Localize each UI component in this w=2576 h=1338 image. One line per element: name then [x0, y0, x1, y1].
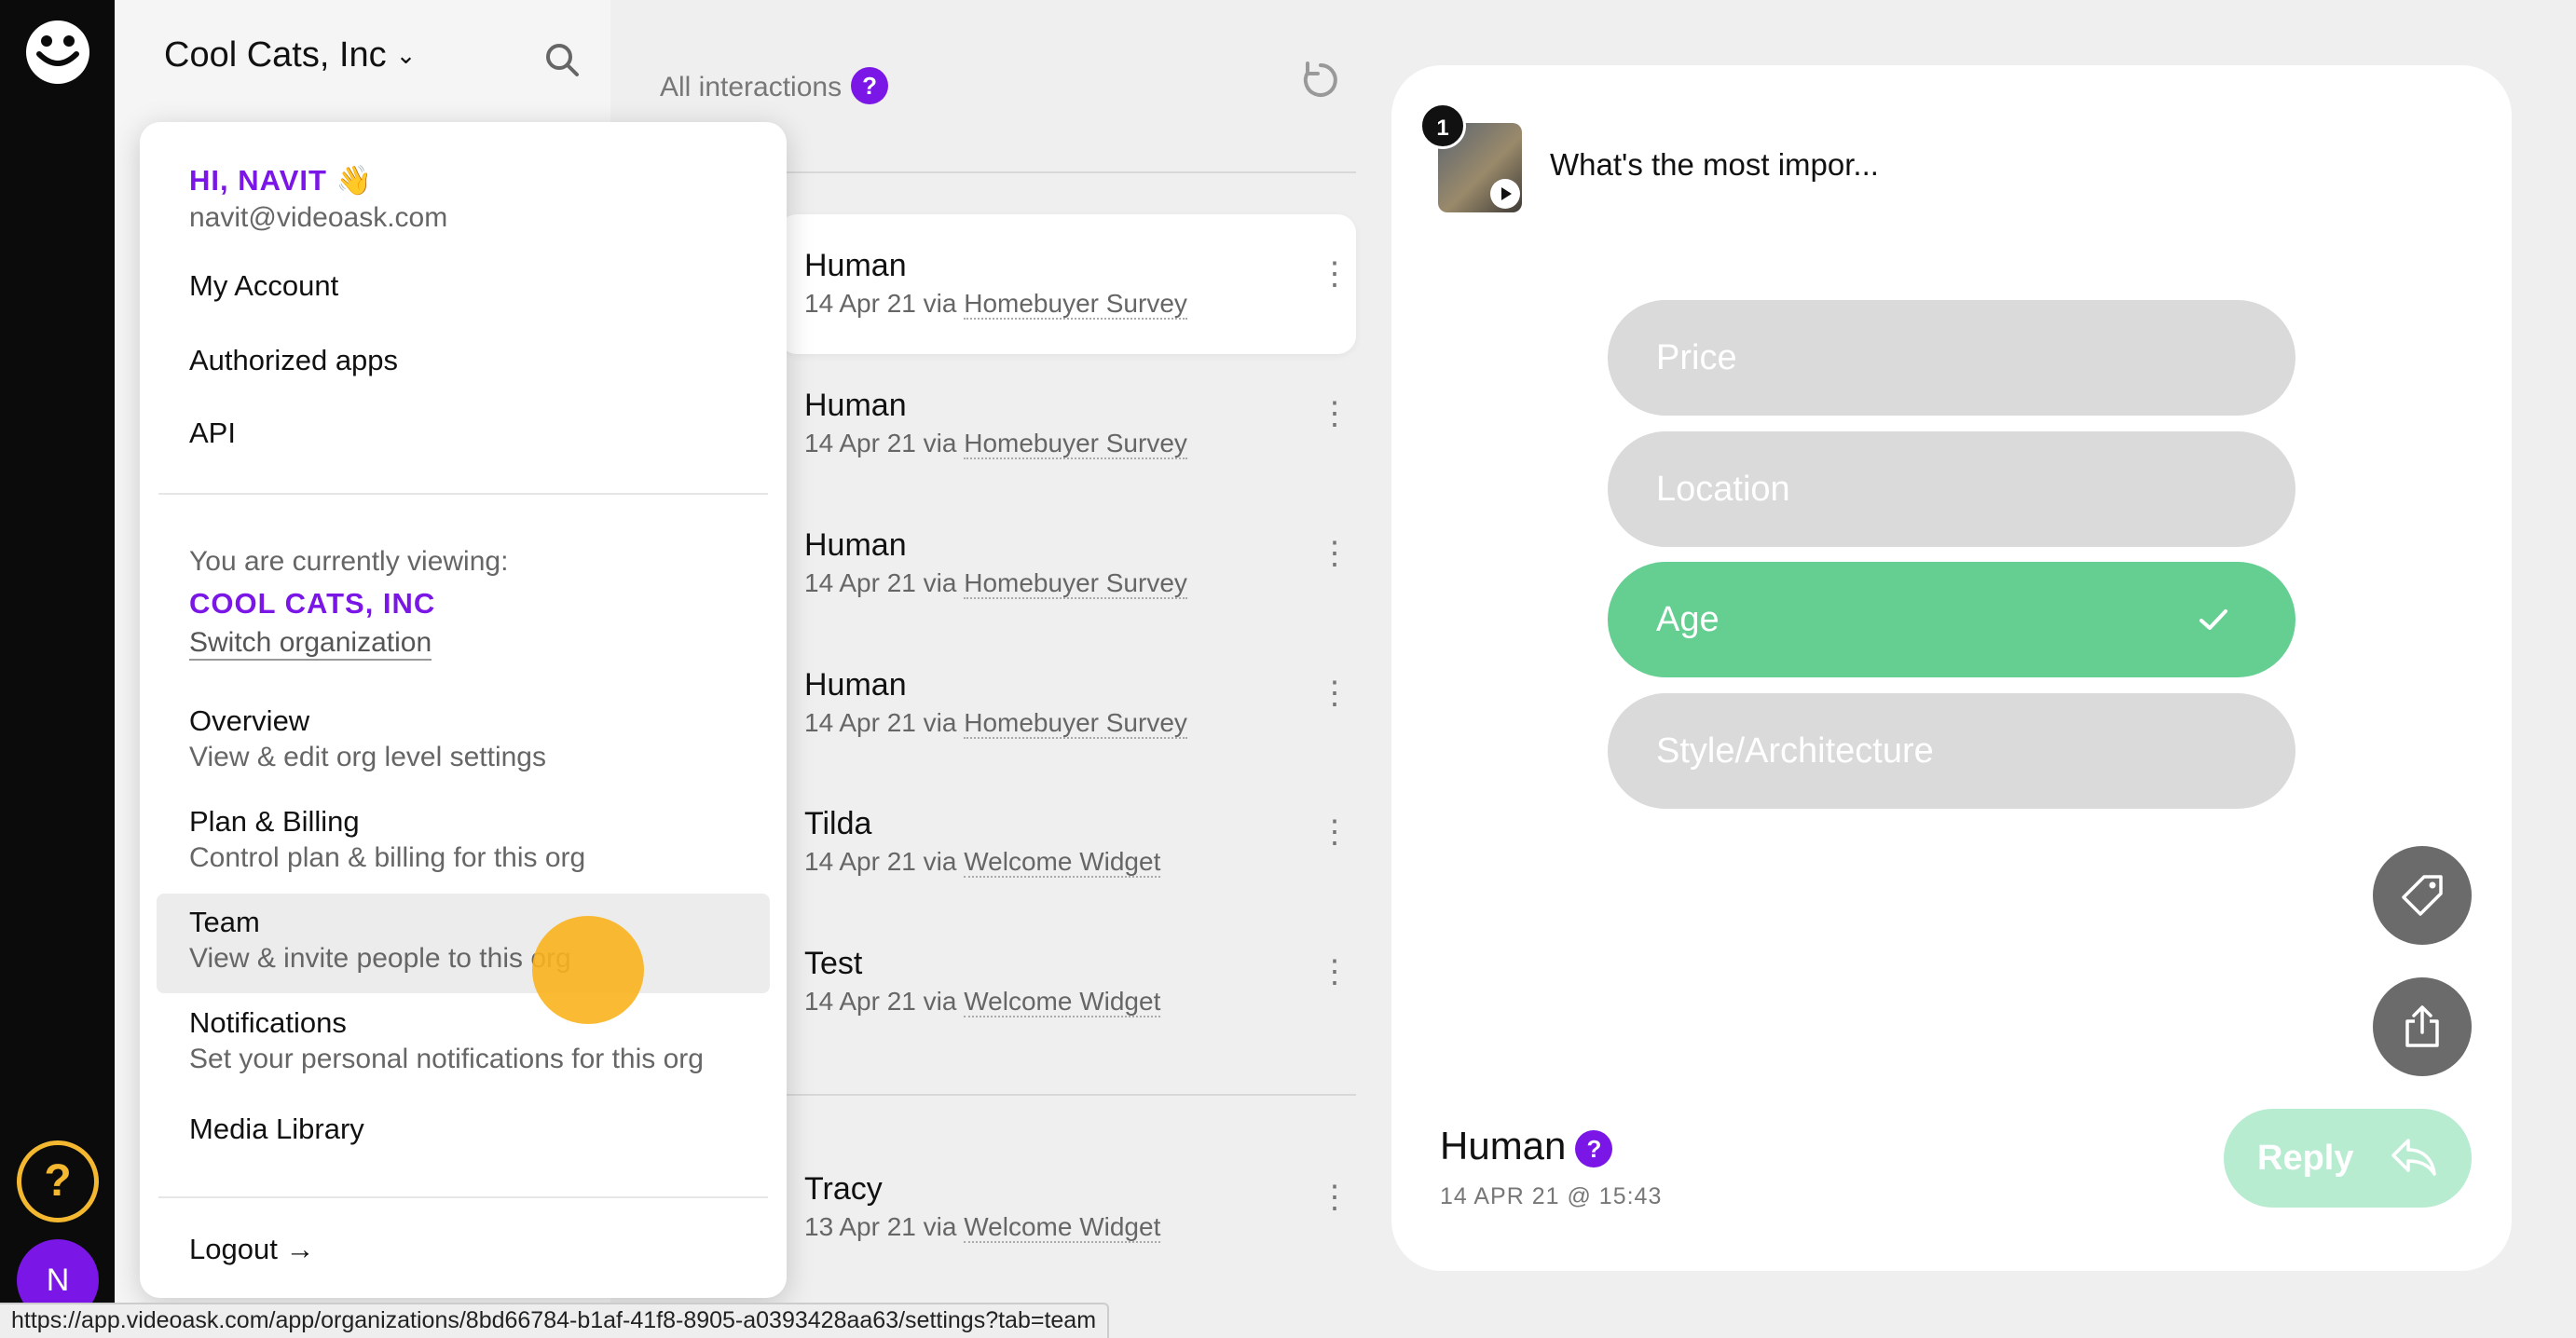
answer-option-selected[interactable]: Age [1608, 562, 2295, 677]
viewing-label: You are currently viewing: [189, 546, 509, 577]
card-name: Tracy [804, 1171, 883, 1207]
interaction-card[interactable]: Tilda 14 Apr 21 via Welcome Widget ⋮ [778, 772, 1356, 912]
card-name: Human [804, 667, 907, 703]
account-dropdown-menu: HI, NAVIT 👋 navit@videoask.com My Accoun… [140, 122, 787, 1298]
card-meta: 14 Apr 21 via Homebuyer Survey [804, 289, 1187, 320]
option-label: Price [1656, 338, 1737, 377]
menu-item-authorized-apps[interactable]: Authorized apps [189, 344, 398, 377]
refresh-icon[interactable] [1300, 60, 1341, 101]
card-name: Human [804, 527, 907, 563]
option-label: Age [1656, 600, 1720, 639]
current-org-name: COOL CATS, INC [189, 587, 436, 620]
menu-item-logout[interactable]: Logout → [189, 1233, 314, 1266]
user-email: navit@videoask.com [189, 202, 448, 233]
menu-item-team[interactable]: Team [189, 906, 260, 939]
more-options-icon[interactable]: ⋮ [1319, 258, 1350, 302]
card-name: Test [804, 946, 863, 981]
switch-organization-link[interactable]: Switch organization [189, 627, 432, 661]
option-label: Style/Architecture [1656, 731, 1934, 771]
option-label: Location [1656, 470, 1790, 509]
answer-option[interactable]: Location [1608, 431, 2295, 547]
menu-item-plan-billing-desc: Control plan & billing for this org [189, 842, 586, 873]
card-name: Human [804, 388, 907, 423]
checkmark-icon [2199, 609, 2227, 630]
menu-item-team-desc: View & invite people to this org [189, 943, 571, 974]
help-badge-icon[interactable]: ? [1575, 1130, 1613, 1167]
card-meta: 14 Apr 21 via Homebuyer Survey [804, 429, 1187, 459]
more-options-icon[interactable]: ⋮ [1319, 677, 1350, 721]
answer-option[interactable]: Price [1608, 300, 2295, 416]
app-rail: ? N [0, 0, 115, 1338]
interaction-card[interactable]: Human 14 Apr 21 via Homebuyer Survey ⋮ [778, 494, 1356, 634]
play-icon[interactable] [1490, 179, 1520, 209]
more-options-icon[interactable]: ⋮ [1319, 816, 1350, 860]
card-source-link[interactable]: Homebuyer Survey [964, 429, 1187, 459]
videoask-logo-icon[interactable] [24, 19, 91, 86]
reply-arrow-icon [2391, 1139, 2436, 1176]
greeting: HI, NAVIT 👋 [189, 164, 374, 197]
menu-separator [158, 1196, 768, 1198]
card-source-link[interactable]: Welcome Widget [964, 987, 1161, 1017]
interaction-card[interactable]: Human 14 Apr 21 via Homebuyer Survey ⋮ [778, 354, 1356, 494]
interaction-card[interactable]: Human 14 Apr 21 via Homebuyer Survey ⋮ [778, 634, 1356, 773]
more-options-icon[interactable]: ⋮ [1319, 1181, 1350, 1225]
card-meta: 14 Apr 21 via Homebuyer Survey [804, 568, 1187, 599]
card-meta: 14 Apr 21 via Welcome Widget [804, 987, 1161, 1017]
more-options-icon[interactable]: ⋮ [1319, 538, 1350, 581]
card-name: Human [804, 248, 907, 283]
cursor-highlight [532, 916, 644, 1024]
help-button[interactable]: ? [17, 1140, 99, 1222]
menu-item-overview[interactable]: Overview [189, 704, 309, 738]
card-source-link[interactable]: Homebuyer Survey [964, 708, 1187, 739]
org-switcher[interactable]: Cool Cats, Inc ⌄ [164, 35, 416, 75]
more-options-icon[interactable]: ⋮ [1319, 956, 1350, 1000]
list-divider [778, 1094, 1356, 1096]
list-title-label: All interactions [660, 72, 843, 102]
more-options-icon[interactable]: ⋮ [1319, 398, 1350, 442]
status-bar-url: https://app.videoask.com/app/organizatio… [0, 1303, 1110, 1338]
response-timestamp: 14 APR 21 @ 15:43 [1440, 1183, 1663, 1209]
search-icon[interactable] [543, 41, 581, 78]
tag-icon [2402, 875, 2443, 916]
respondent-name: Human? [1440, 1124, 1613, 1168]
interaction-card[interactable]: Human 14 Apr 21 via Homebuyer Survey ⋮ [778, 214, 1356, 354]
menu-item-notifications[interactable]: Notifications [189, 1006, 347, 1040]
chevron-down-icon: ⌄ [395, 41, 417, 69]
card-source-link[interactable]: Welcome Widget [964, 1212, 1161, 1243]
card-source-link[interactable]: Homebuyer Survey [964, 289, 1187, 320]
question-title: What's the most impor... [1550, 147, 1879, 182]
reply-button[interactable]: Reply [2224, 1109, 2472, 1208]
card-source-link[interactable]: Welcome Widget [964, 847, 1161, 878]
interaction-card[interactable]: Tracy 13 Apr 21 via Welcome Widget ⋮ [778, 1138, 1356, 1277]
card-source-link[interactable]: Homebuyer Survey [964, 568, 1187, 599]
share-button[interactable] [2373, 977, 2472, 1076]
menu-separator [158, 493, 768, 495]
tag-button[interactable] [2373, 846, 2472, 945]
card-meta: 14 Apr 21 via Homebuyer Survey [804, 708, 1187, 739]
list-title[interactable]: All interactions? [660, 67, 889, 104]
org-name: Cool Cats, Inc [164, 35, 387, 75]
menu-item-my-account[interactable]: My Account [189, 269, 338, 303]
help-badge-icon[interactable]: ? [851, 67, 889, 104]
share-icon [2405, 1005, 2439, 1047]
interaction-card[interactable]: Test 14 Apr 21 via Welcome Widget ⋮ [778, 912, 1356, 1052]
step-number-badge: 1 [1419, 102, 1466, 149]
menu-item-notifications-desc: Set your personal notifications for this… [189, 1044, 704, 1074]
interaction-detail-panel: 1 What's the most impor... Price Locatio… [1391, 65, 2512, 1271]
reply-label: Reply [2257, 1139, 2354, 1178]
menu-item-media-library[interactable]: Media Library [189, 1113, 364, 1146]
list-divider [778, 171, 1356, 173]
answer-option[interactable]: Style/Architecture [1608, 693, 2295, 809]
card-meta: 14 Apr 21 via Welcome Widget [804, 847, 1161, 878]
card-meta: 13 Apr 21 via Welcome Widget [804, 1212, 1161, 1243]
menu-item-overview-desc: View & edit org level settings [189, 742, 546, 772]
card-name: Tilda [804, 806, 872, 841]
menu-item-api[interactable]: API [189, 416, 236, 450]
menu-item-plan-billing[interactable]: Plan & Billing [189, 805, 360, 839]
